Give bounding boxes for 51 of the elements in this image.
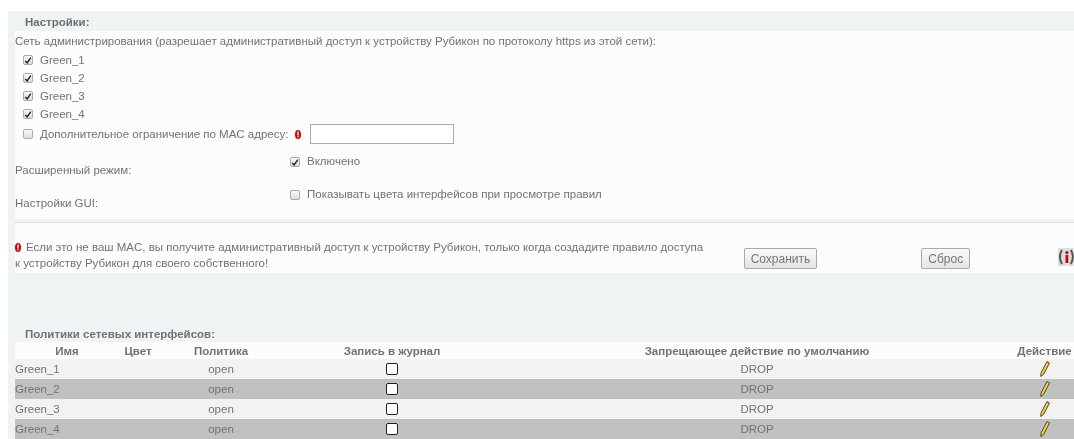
table-cell: open <box>157 419 285 439</box>
mac-input-field[interactable] <box>310 124 455 144</box>
table-cell: DROP <box>499 359 1015 379</box>
pencil-icon[interactable] <box>1039 421 1050 437</box>
checkbox-label: Green_1 <box>40 54 85 66</box>
table-cell: DROP <box>499 399 1015 419</box>
table-cell: Green_3 <box>15 399 119 419</box>
column-header: Цвет <box>119 342 157 359</box>
column-header: Запрещающее действие по умолчанию <box>499 342 1015 359</box>
table-cell: DROP <box>499 419 1015 439</box>
warning-message: Если это не ваш MAC, вы получите административный доступ к устройству Рубикон, только когда создадите правило доступа к устройству Рубикон для своего собственного! <box>15 240 705 271</box>
checkbox[interactable] <box>23 55 33 65</box>
checkbox-label: Green_3 <box>40 90 85 102</box>
table-cell: DROP <box>499 379 1015 399</box>
checkbox[interactable] <box>23 91 33 101</box>
table-cell: Green_4 <box>15 419 119 439</box>
checkbox[interactable] <box>386 423 398 436</box>
pencil-icon[interactable] <box>1039 401 1050 417</box>
checkbox-label: Показывать цвета интерфейсов при просмотре правил <box>307 188 602 200</box>
checkbox[interactable] <box>386 403 398 416</box>
pencil-icon[interactable] <box>1039 381 1050 397</box>
field-label: Сеть администрирования (разрешает административный доступ к устройству Рубикон по протоколу https из этой сети): <box>15 34 657 49</box>
table-cell: Green_1 <box>15 359 119 379</box>
column-header: Политика <box>157 342 285 359</box>
section-title: Политики сетевых интерфейсов: <box>24 328 216 342</box>
reset-button[interactable]: Сброс <box>921 248 971 269</box>
column-header: Имя <box>15 342 119 359</box>
warning-icon <box>295 129 302 139</box>
field-label: Настройки GUI: <box>15 196 100 211</box>
column-header: Действие <box>1015 342 1074 359</box>
checkbox-label: Green_2 <box>40 72 85 84</box>
save-button[interactable]: Сохранить <box>743 248 818 269</box>
checkbox[interactable] <box>386 383 398 396</box>
table-cell: open <box>157 399 285 419</box>
checkbox-label: Включено <box>307 155 361 167</box>
checkbox-label: Дополнительное ограничение по MAC адресу: <box>40 128 289 140</box>
section-title: Настройки: <box>24 15 91 30</box>
checkbox[interactable] <box>23 73 33 83</box>
table-cell: open <box>157 379 285 399</box>
checkbox[interactable] <box>23 109 33 119</box>
checkbox[interactable] <box>290 157 300 167</box>
column-header: Запись в журнал <box>285 342 499 359</box>
pencil-icon[interactable] <box>1039 361 1050 377</box>
checkbox-label: Green_4 <box>40 108 85 120</box>
info-icon[interactable] <box>1058 248 1074 266</box>
checkbox[interactable] <box>23 129 33 139</box>
field-label: Расширенный режим: <box>15 163 133 178</box>
checkbox[interactable] <box>290 190 300 200</box>
table-cell: Green_2 <box>15 379 119 399</box>
checkbox[interactable] <box>386 363 398 376</box>
table-cell: open <box>157 359 285 379</box>
